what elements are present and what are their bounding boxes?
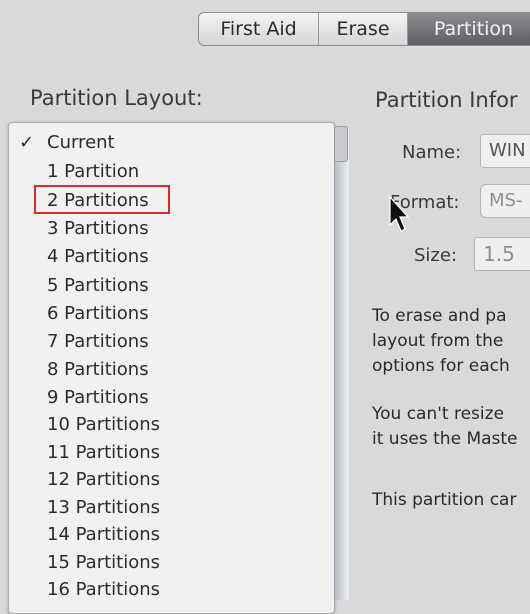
- size-field[interactable]: 1.5: [474, 237, 530, 271]
- list-item-label: 8 Partitions: [47, 359, 149, 380]
- tab-erase[interactable]: Erase: [319, 13, 408, 45]
- partition-info-title: Partition Infor: [375, 88, 518, 112]
- partition-layout-title: Partition Layout:: [30, 86, 203, 110]
- list-item-label: 12 Partitions: [47, 469, 161, 490]
- list-item-label: 1 Partition: [47, 161, 140, 182]
- size-label: Size:: [414, 245, 458, 266]
- resize-note-line-1: You can't resize: [372, 404, 505, 424]
- resize-note-line-2: it uses the Maste: [372, 429, 518, 449]
- list-item-13-partitions[interactable]: 13 Partitions: [9, 494, 334, 521]
- list-item-15-partitions[interactable]: 15 Partitions: [9, 549, 334, 576]
- list-item-label: 15 Partitions: [47, 552, 161, 573]
- list-item-11-partitions[interactable]: 11 Partitions: [9, 439, 334, 466]
- partition-note: This partition car: [372, 490, 517, 510]
- list-item-8-partitions[interactable]: 8 Partitions: [9, 356, 334, 383]
- format-popup[interactable]: MS-: [480, 184, 530, 218]
- list-item-5-partitions[interactable]: 5 Partitions: [9, 272, 334, 299]
- list-item-label: 11 Partitions: [47, 442, 161, 463]
- arrow-pointer-icon: [389, 195, 410, 232]
- partition-layout-list[interactable]: ✓ Current 1 Partition 2 Partitions 3 Par…: [8, 122, 335, 614]
- list-item-label: 3 Partitions: [47, 218, 149, 239]
- list-item-label: 16 Partitions: [47, 579, 161, 600]
- scrollbar-cap[interactable]: [334, 126, 348, 162]
- list-item-10-partitions[interactable]: 10 Partitions: [9, 411, 334, 438]
- tab-first-aid[interactable]: First Aid: [199, 13, 319, 45]
- list-item-label: 2 Partitions: [47, 190, 149, 211]
- list-item-2-partitions[interactable]: 2 Partitions: [9, 187, 334, 214]
- list-item-label: 14 Partitions: [47, 524, 161, 545]
- list-item-12-partitions[interactable]: 12 Partitions: [9, 466, 334, 493]
- erase-description-line-1: To erase and pa: [372, 306, 507, 326]
- list-item-14-partitions[interactable]: 14 Partitions: [9, 521, 334, 548]
- list-item-label: 10 Partitions: [47, 414, 161, 435]
- segmented-tab-bar: First Aid Erase Partition: [198, 12, 530, 46]
- list-item-label: Current: [47, 132, 115, 153]
- erase-description-line-3: options for each: [372, 356, 510, 376]
- name-field[interactable]: WIN: [480, 134, 530, 168]
- list-item-1-partition[interactable]: 1 Partition: [9, 158, 334, 185]
- tab-partition[interactable]: Partition: [408, 13, 530, 45]
- checkmark-icon: ✓: [19, 132, 35, 153]
- erase-description-line-2: layout from the: [372, 331, 504, 351]
- list-item-label: 4 Partitions: [47, 246, 149, 267]
- list-item-label: 6 Partitions: [47, 303, 149, 324]
- list-item-label: 13 Partitions: [47, 497, 161, 518]
- list-item-6-partitions[interactable]: 6 Partitions: [9, 300, 334, 327]
- list-item-9-partitions[interactable]: 9 Partitions: [9, 384, 334, 411]
- list-item-4-partitions[interactable]: 4 Partitions: [9, 243, 334, 270]
- list-item-label: 9 Partitions: [47, 387, 149, 408]
- list-item-label: 7 Partitions: [47, 331, 149, 352]
- list-item-current[interactable]: ✓ Current: [9, 129, 334, 156]
- list-item-3-partitions[interactable]: 3 Partitions: [9, 215, 334, 242]
- list-scrollbar[interactable]: [334, 128, 349, 600]
- list-item-label: 5 Partitions: [47, 275, 149, 296]
- list-item-7-partitions[interactable]: 7 Partitions: [9, 328, 334, 355]
- list-item-16-partitions[interactable]: 16 Partitions: [9, 576, 334, 603]
- name-label: Name:: [402, 142, 462, 163]
